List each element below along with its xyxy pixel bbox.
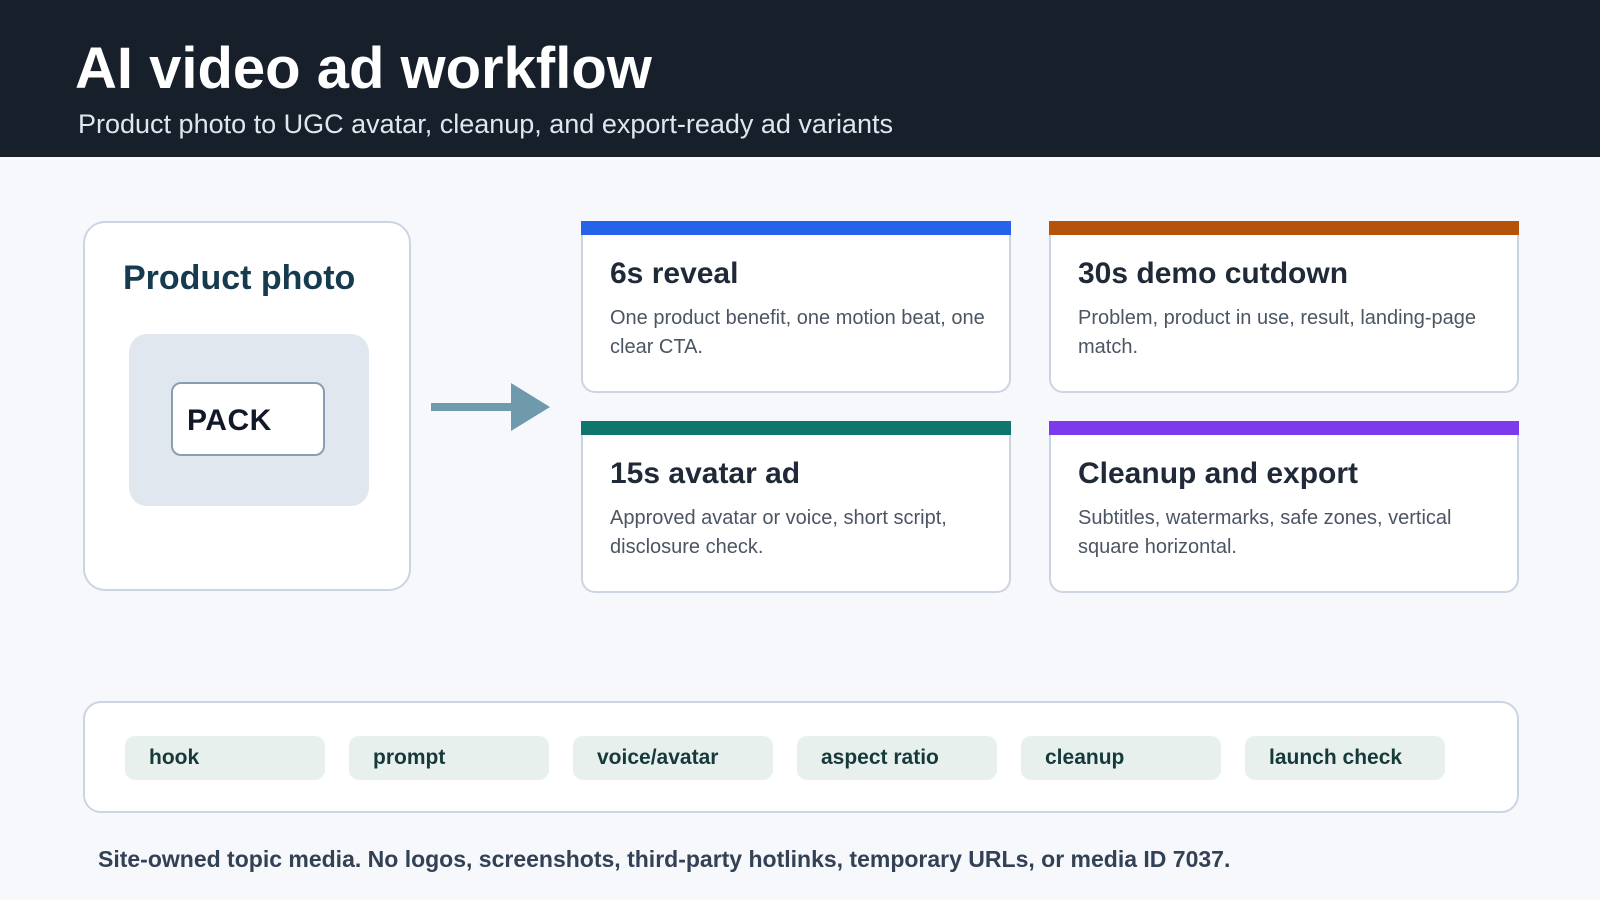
- card-accent-bar: [1049, 221, 1519, 235]
- tag-label: hook: [149, 746, 200, 769]
- card-accent-bar: [581, 221, 1011, 235]
- tag-prompt: prompt: [349, 736, 549, 780]
- pack-label: PACK: [187, 404, 272, 437]
- arrow-head: [511, 383, 550, 431]
- arrow-right-icon: [431, 383, 550, 431]
- tag-aspect-ratio: aspect ratio: [797, 736, 997, 780]
- card-accent-bar: [1049, 421, 1519, 435]
- checklist-tag-panel: hook prompt voice/avatar aspect ratio cl…: [83, 701, 1519, 813]
- tag-hook: hook: [125, 736, 325, 780]
- product-photo-card: Product photo PACK: [83, 221, 411, 591]
- card-description: Approved avatar or voice, short script, …: [610, 507, 947, 558]
- output-card-30s-demo-cutdown: 30s demo cutdown Problem, product in use…: [1049, 221, 1519, 393]
- card-title: 30s demo cutdown: [1078, 257, 1349, 290]
- tag-label: voice/avatar: [597, 746, 719, 769]
- arrow-shaft: [431, 403, 519, 411]
- product-photo-title: Product photo: [123, 259, 356, 297]
- output-card-6s-reveal: 6s reveal One product benefit, one motio…: [581, 221, 1011, 393]
- card-title: 15s avatar ad: [610, 457, 801, 490]
- card-description: Subtitles, watermarks, safe zones, verti…: [1078, 507, 1452, 558]
- card-title: Cleanup and export: [1078, 457, 1359, 490]
- output-card-15s-avatar-ad: 15s avatar ad Approved avatar or voice, …: [581, 421, 1011, 593]
- tag-voice-avatar: voice/avatar: [573, 736, 773, 780]
- header-banner: AI video ad workflow Product photo to UG…: [0, 0, 1600, 157]
- product-image-placeholder: PACK: [129, 334, 369, 506]
- pack-box-icon: PACK: [171, 382, 325, 456]
- tag-label: prompt: [373, 746, 446, 769]
- tag-label: aspect ratio: [821, 746, 939, 769]
- tag-launch-check: launch check: [1245, 736, 1445, 780]
- footer-note: Site-owned topic media. No logos, screen…: [98, 846, 1231, 872]
- card-accent-bar: [581, 421, 1011, 435]
- tag-label: cleanup: [1045, 746, 1125, 769]
- page-subtitle: Product photo to UGC avatar, cleanup, an…: [78, 109, 893, 139]
- card-title: 6s reveal: [610, 257, 739, 290]
- page-title: AI video ad workflow: [75, 36, 652, 101]
- output-card-cleanup-and-export: Cleanup and export Subtitles, watermarks…: [1049, 421, 1519, 593]
- tag-label: launch check: [1269, 746, 1403, 769]
- tag-cleanup: cleanup: [1021, 736, 1221, 780]
- card-description: One product benefit, one motion beat, on…: [610, 307, 985, 358]
- card-description: Problem, product in use, result, landing…: [1078, 307, 1477, 358]
